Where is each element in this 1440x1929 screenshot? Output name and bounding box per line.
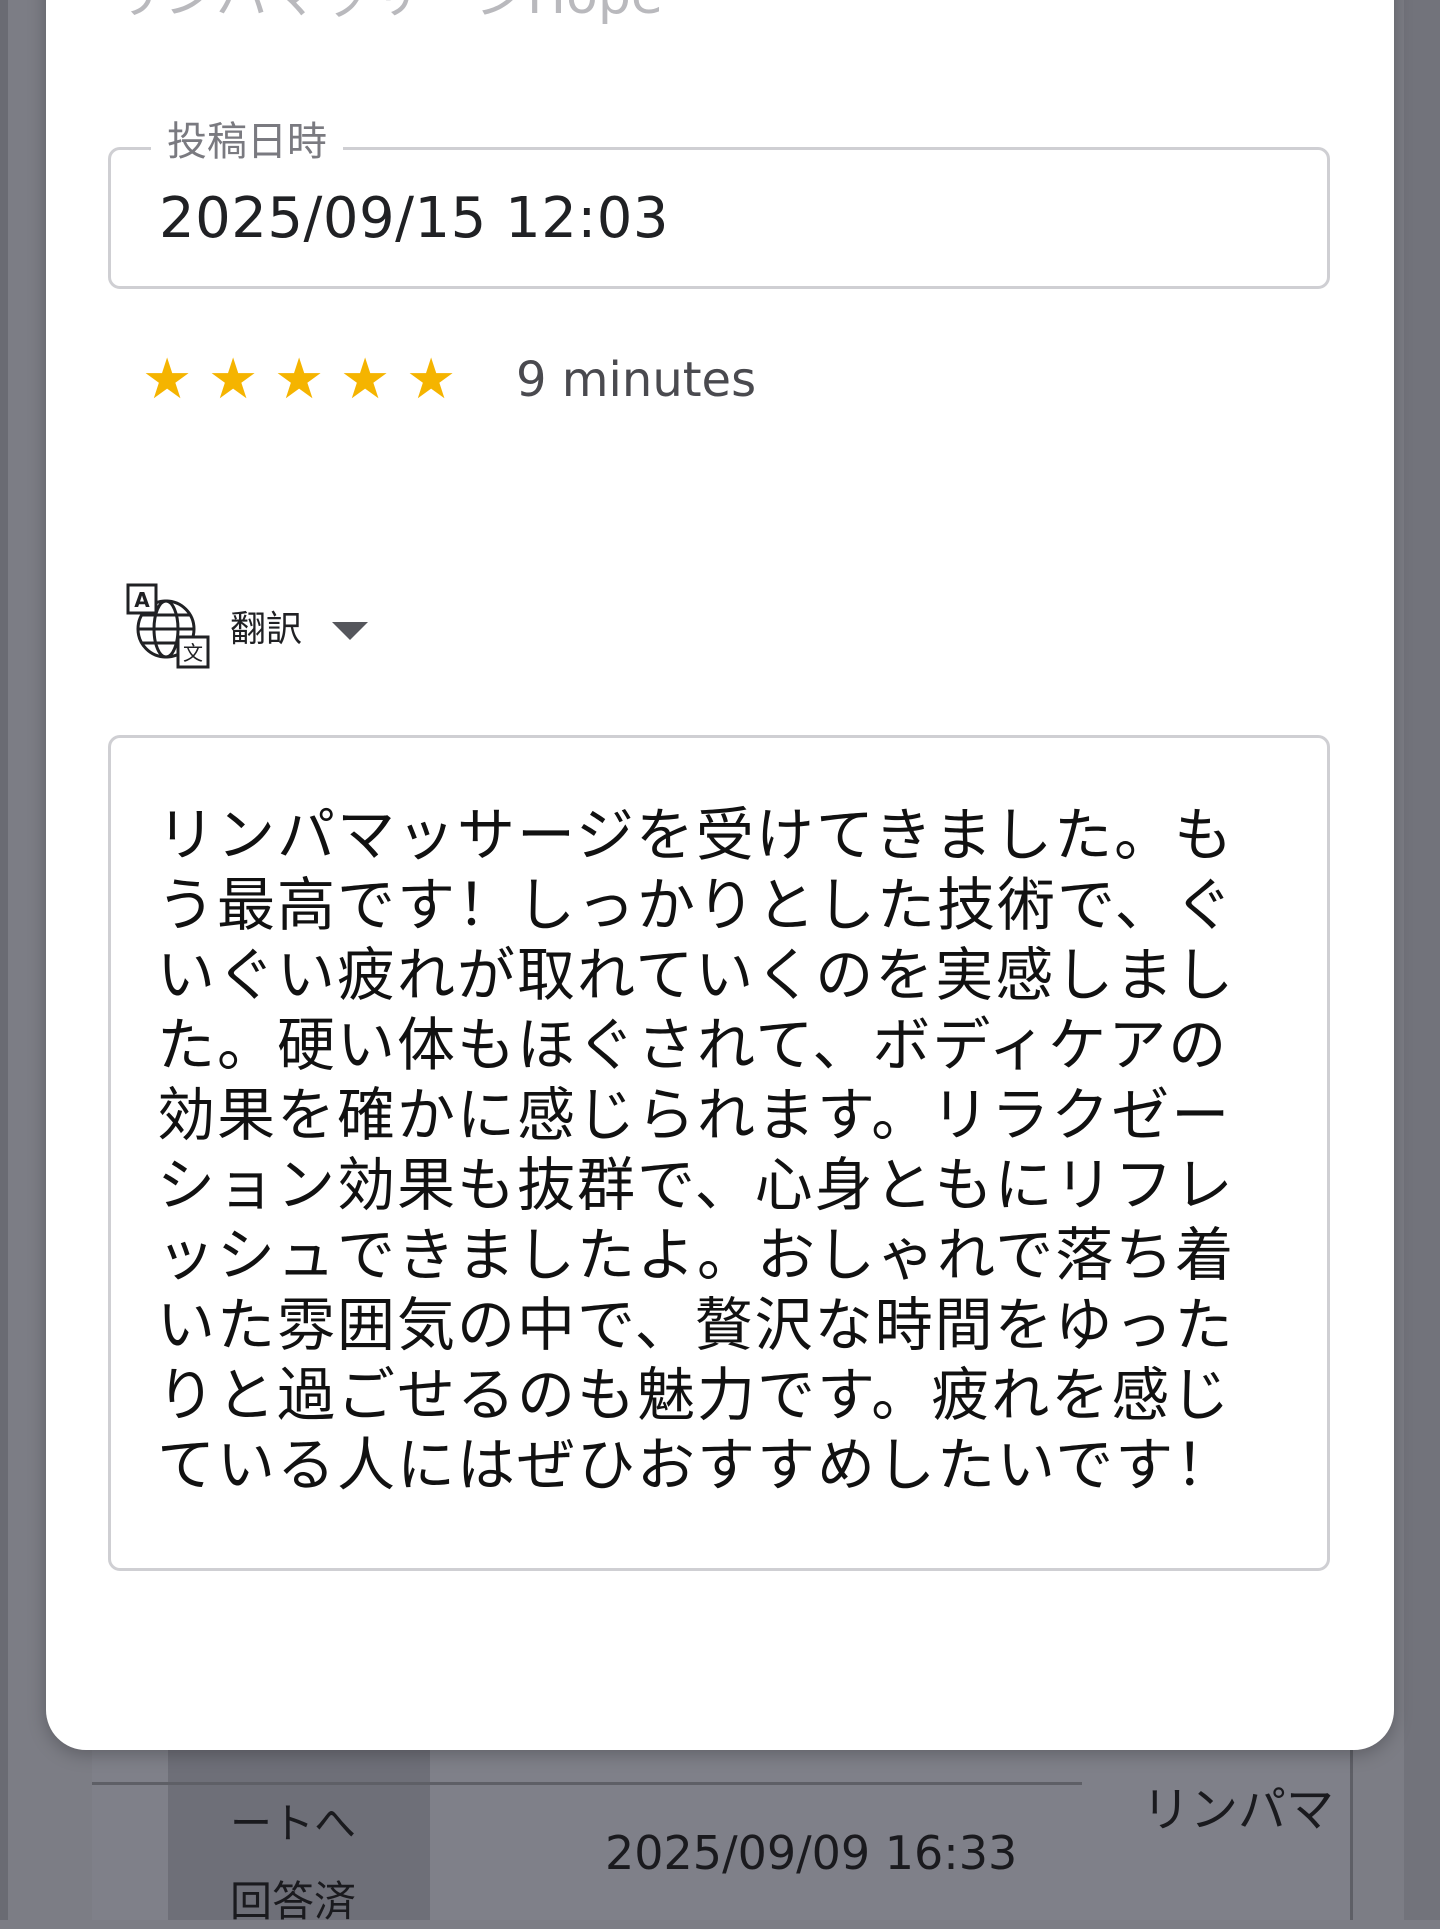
translate-icon: A 文 — [126, 583, 210, 669]
star-icon: ★ — [406, 347, 457, 412]
star-icon: ★ — [208, 347, 259, 412]
shop-name: リンパマッサージHope — [112, 0, 663, 22]
review-text: リンパマッサージを受けてきました。もう最高です！しっかりとした技術で、ぐいぐい疲… — [157, 801, 1236, 1499]
posted-at-value: 2025/09/15 12:03 — [159, 186, 669, 251]
star-icon: ★ — [142, 347, 193, 412]
star-icon: ★ — [274, 347, 325, 412]
translate-label: 翻訳 — [230, 609, 303, 650]
page-left-edge — [0, 0, 8, 1920]
svg-text:文: 文 — [183, 641, 203, 665]
background-row-date: 2025/09/09 16:33 — [605, 1826, 1018, 1880]
posted-at-label: 投稿日時 — [151, 116, 343, 168]
background-status-line-1: ートへ — [230, 1799, 357, 1848]
posted-at-field: 投稿日時 2025/09/15 12:03 — [108, 116, 1330, 289]
translate-dropdown[interactable]: A 文 翻訳 — [124, 580, 369, 672]
review-text-box: リンパマッサージを受けてきました。もう最高です！しっかりとした技術で、ぐいぐい疲… — [108, 735, 1330, 1571]
review-duration: 9 minutes — [516, 352, 757, 408]
star-icon: ★ — [340, 347, 391, 412]
review-detail-modal: リンパマッサージHope 投稿日時 2025/09/15 12:03 ★ ★ ★… — [46, 0, 1394, 1750]
rating-row: ★ ★ ★ ★ ★ 9 minutes — [142, 340, 756, 420]
table-row-divider — [92, 1782, 1082, 1785]
svg-text:A: A — [134, 588, 150, 612]
chevron-down-icon — [332, 622, 369, 640]
background-row-name: リンパマ — [1142, 1782, 1335, 1838]
page-right-edge — [1404, 0, 1440, 1920]
